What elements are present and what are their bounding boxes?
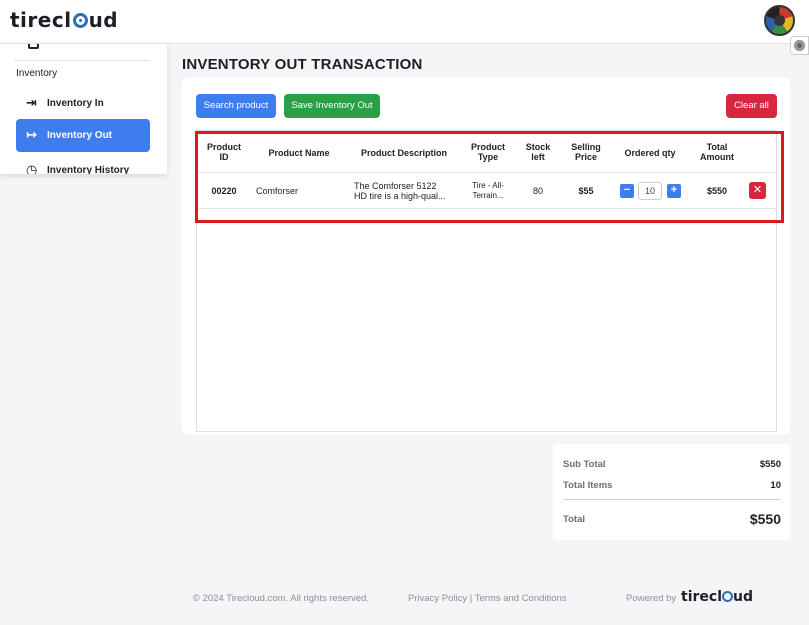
total-items-label: Total Items xyxy=(563,480,613,491)
sidebar: Inventory ⇥ Inventory In ↦ Inventory Out… xyxy=(0,44,167,174)
subtotal-value: $550 xyxy=(759,459,781,470)
header-product-description: Product Description xyxy=(360,148,447,158)
footer-links[interactable]: Privacy Policy | Terms and Conditions xyxy=(408,593,567,604)
cell-product-id: 00220 xyxy=(211,186,237,196)
logo-text-start: tirecl xyxy=(10,8,72,32)
qty-decrement-button[interactable]: − xyxy=(620,184,634,198)
user-avatar[interactable] xyxy=(764,5,795,36)
sidebar-section-inventory: Inventory xyxy=(16,68,58,79)
header-product-name: Product Name xyxy=(268,148,330,158)
description-line: The Comforser 5122 xyxy=(354,181,437,191)
header-selling-price: Selling Price xyxy=(571,142,601,162)
total-items-value: 10 xyxy=(770,480,781,491)
sign-out-icon: ↦ xyxy=(26,127,37,142)
logo-text-end: ud xyxy=(733,589,753,605)
history-icon: ◷ xyxy=(26,162,38,175)
cell-stock-left: 80 xyxy=(532,186,543,196)
footer-copyright: © 2024 Tirecloud.com. All rights reserve… xyxy=(193,593,369,604)
search-product-button[interactable]: Search product xyxy=(196,94,276,118)
total-value: $550 xyxy=(749,511,781,527)
footer-tirecloud-logo[interactable]: tirecl ud xyxy=(681,589,753,605)
summary-card: Sub Total $550 Total Items 10 Total $550 xyxy=(553,444,790,540)
save-inventory-out-button[interactable]: Save Inventory Out xyxy=(284,94,380,118)
type-line: Tire - All- xyxy=(472,181,504,190)
sidebar-item-inventory-in[interactable]: ⇥ Inventory In xyxy=(16,87,150,120)
footer-powered-by: Powered by xyxy=(626,593,677,604)
header-total-amount: Total Amount xyxy=(700,142,734,162)
sidebar-item-label: Inventory In xyxy=(47,98,104,109)
header-stock-left: Stock left xyxy=(525,142,551,162)
sidebar-item-label: Inventory Out xyxy=(47,130,113,141)
sidebar-item-label: Inventory History xyxy=(47,165,130,174)
header-product-type: Product Type xyxy=(470,142,505,162)
wheel-icon xyxy=(722,591,733,602)
transaction-card: Search product Save Inventory Out Clear … xyxy=(182,78,790,434)
total-label: Total xyxy=(563,514,585,525)
ordered-qty-input[interactable]: 10 xyxy=(638,182,662,200)
cell-product-description: The Comforser 5122 HD tire is a high-qua… xyxy=(354,181,464,201)
cell-total-amount: $550 xyxy=(706,186,728,196)
cell-product-name: Comforser xyxy=(256,186,299,196)
sidebar-item-inventory-out[interactable]: ↦ Inventory Out xyxy=(16,119,150,152)
summary-divider xyxy=(563,499,781,500)
delete-row-button[interactable]: ✕ xyxy=(749,182,766,199)
description-line: HD tire is a high-qual... xyxy=(354,191,446,201)
subtotal-label: Sub Total xyxy=(563,459,606,470)
tirecloud-logo[interactable]: tirecl ud xyxy=(10,8,118,32)
sidebar-divider xyxy=(14,60,150,61)
header-divider xyxy=(196,172,777,173)
settings-toggle-icon[interactable] xyxy=(790,36,809,55)
clear-all-button[interactable]: Clear all xyxy=(726,94,777,118)
qty-increment-button[interactable]: + xyxy=(667,184,681,198)
type-line: Terrain... xyxy=(472,191,504,200)
row-divider xyxy=(196,208,777,209)
header-product-id: Product ID xyxy=(206,142,241,162)
logo-text-end: ud xyxy=(88,8,119,32)
wheel-icon xyxy=(72,13,88,28)
cell-product-type: Tire - All- Terrain... xyxy=(464,181,512,201)
page-title: INVENTORY OUT TRANSACTION xyxy=(182,56,423,73)
logo-text-start: tirecl xyxy=(681,589,722,605)
header-ordered-qty: Ordered qty xyxy=(624,148,676,158)
sign-in-icon: ⇥ xyxy=(26,95,37,110)
box-icon xyxy=(28,44,39,49)
cell-selling-price: $55 xyxy=(578,186,594,196)
top-bar: tirecl ud xyxy=(0,0,809,44)
products-table xyxy=(196,130,777,432)
sidebar-item-inventory-history[interactable]: ◷ Inventory History xyxy=(16,154,150,175)
